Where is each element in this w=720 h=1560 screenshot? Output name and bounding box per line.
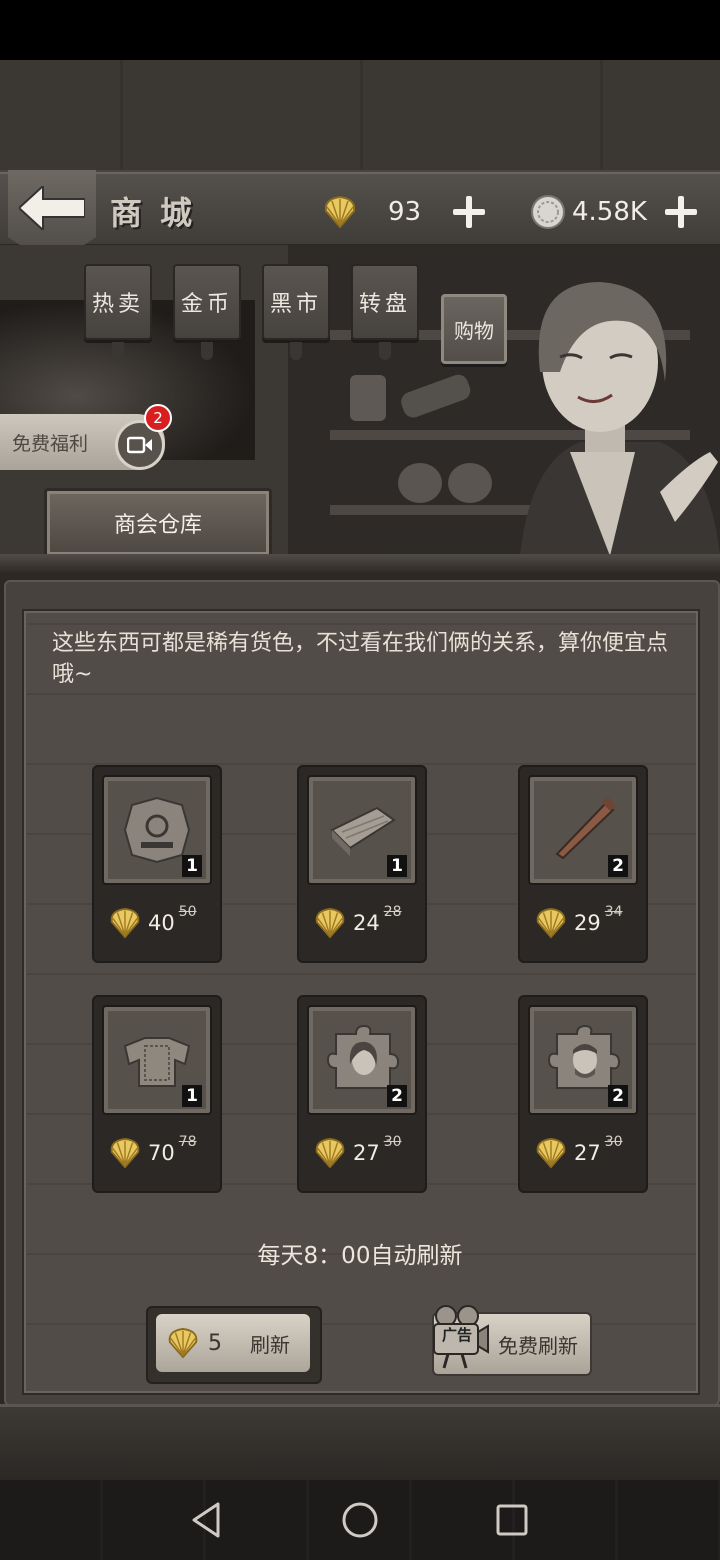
- item-frame: 2: [307, 1005, 417, 1115]
- shell-icon: [110, 907, 140, 939]
- item-original-price: 30: [604, 1134, 623, 1150]
- item-quantity: 2: [608, 855, 628, 877]
- add-shells-button[interactable]: [451, 194, 487, 230]
- silver-count: 4.58K: [572, 197, 647, 227]
- status-bar: [0, 0, 720, 60]
- ad-camera-icon: 广告: [432, 1304, 490, 1374]
- item-frame: 1: [102, 775, 212, 885]
- shell-icon: [536, 1137, 566, 1169]
- shell-icon: [110, 1137, 140, 1169]
- price-row: 29 34: [534, 904, 623, 939]
- wood-wall: [0, 60, 720, 174]
- tab-wheel[interactable]: 转盘: [351, 264, 419, 360]
- refresh-label: 刷新: [250, 1332, 290, 1357]
- merchant-woman-portrait: [520, 282, 720, 556]
- silver-currency: 4.58K: [530, 192, 699, 232]
- shell-count: 93: [388, 197, 422, 227]
- tab-label: 金币: [180, 292, 233, 317]
- tab-label: 热卖: [91, 292, 144, 317]
- tab-tassel: [290, 342, 302, 360]
- warehouse-label: 商会仓库: [113, 513, 202, 538]
- item-price: 27: [574, 1141, 601, 1165]
- shell-icon: [168, 1327, 198, 1359]
- paid-refresh-button[interactable]: 5 刷新: [156, 1314, 310, 1372]
- tab-label: 转盘: [358, 292, 411, 317]
- shop-item-card[interactable]: 2 29 34: [518, 765, 648, 963]
- shell-icon: [315, 1137, 345, 1169]
- nav-recents-icon[interactable]: [492, 1500, 532, 1540]
- item-quantity: 1: [387, 855, 407, 877]
- shell-icon: [315, 907, 345, 939]
- refresh-cost: 5: [208, 1330, 222, 1356]
- item-original-price: 34: [604, 904, 623, 920]
- item-price: 27: [353, 1141, 380, 1165]
- silver-coin-icon: [531, 195, 565, 229]
- bottom-wood-strip: [0, 1404, 720, 1483]
- price-row: 24 28: [313, 904, 402, 939]
- notification-badge: 2: [144, 404, 172, 432]
- back-arrow-icon: [19, 186, 85, 230]
- item-quantity: 2: [387, 1085, 407, 1107]
- free-refresh-label: 免费刷新: [498, 1333, 578, 1358]
- shell-icon: [324, 195, 356, 229]
- nav-back-icon[interactable]: [188, 1500, 228, 1540]
- shop-item-card[interactable]: 1 70 78: [92, 995, 222, 1193]
- shop-item-card[interactable]: 1 40 50: [92, 765, 222, 963]
- item-frame: 2: [528, 775, 638, 885]
- tab-tassel: [379, 342, 391, 360]
- item-price: 40: [148, 911, 175, 935]
- shop-item-card[interactable]: 2 27 30: [518, 995, 648, 1193]
- item-original-price: 28: [383, 904, 402, 920]
- item-price: 70: [148, 1141, 175, 1165]
- nav-home-icon[interactable]: [340, 1500, 380, 1540]
- camera-icon: [127, 436, 152, 454]
- item-quantity: 1: [182, 1085, 202, 1107]
- shell-icon: [536, 907, 566, 939]
- item-frame: 2: [528, 1005, 638, 1115]
- item-quantity: 1: [182, 855, 202, 877]
- item-original-price: 78: [178, 1134, 197, 1150]
- tab-tassel: [201, 342, 213, 360]
- tab-label: 黑市: [269, 292, 322, 317]
- price-row: 27 30: [313, 1134, 402, 1169]
- item-quantity: 2: [608, 1085, 628, 1107]
- tab-black-market[interactable]: 黑市: [262, 264, 330, 360]
- item-price: 24: [353, 911, 380, 935]
- guild-warehouse-button[interactable]: 商会仓库: [44, 488, 272, 558]
- page-title: 商城: [110, 194, 211, 232]
- item-frame: 1: [307, 775, 417, 885]
- item-original-price: 50: [178, 904, 197, 920]
- shop-item-card[interactable]: 1 24 28: [297, 765, 427, 963]
- auto-refresh-note: 每天8：00自动刷新: [257, 1243, 463, 1269]
- ad-label: 广告: [442, 1326, 473, 1344]
- paid-refresh-container: 5 刷新: [146, 1306, 322, 1384]
- price-row: 40 50: [108, 904, 197, 939]
- tab-tassel: [112, 342, 124, 360]
- tab-gold[interactable]: 金币: [173, 264, 241, 360]
- price-row: 70 78: [108, 1134, 197, 1169]
- price-row: 27 30: [534, 1134, 623, 1169]
- item-original-price: 30: [383, 1134, 402, 1150]
- item-frame: 1: [102, 1005, 212, 1115]
- merchant-dialog: 这些东西可都是稀有货色，不过看在我们俩的关系，算你便宜点哦~: [52, 631, 669, 687]
- tab-hot-sale[interactable]: 热卖: [84, 264, 152, 360]
- shop-item-card[interactable]: 2 27 30: [297, 995, 427, 1193]
- divider-bar: [0, 554, 720, 572]
- add-silver-button[interactable]: [663, 194, 699, 230]
- shell-currency: 93: [322, 192, 487, 232]
- welfare-label: 免费福利: [12, 432, 89, 455]
- item-price: 29: [574, 911, 601, 935]
